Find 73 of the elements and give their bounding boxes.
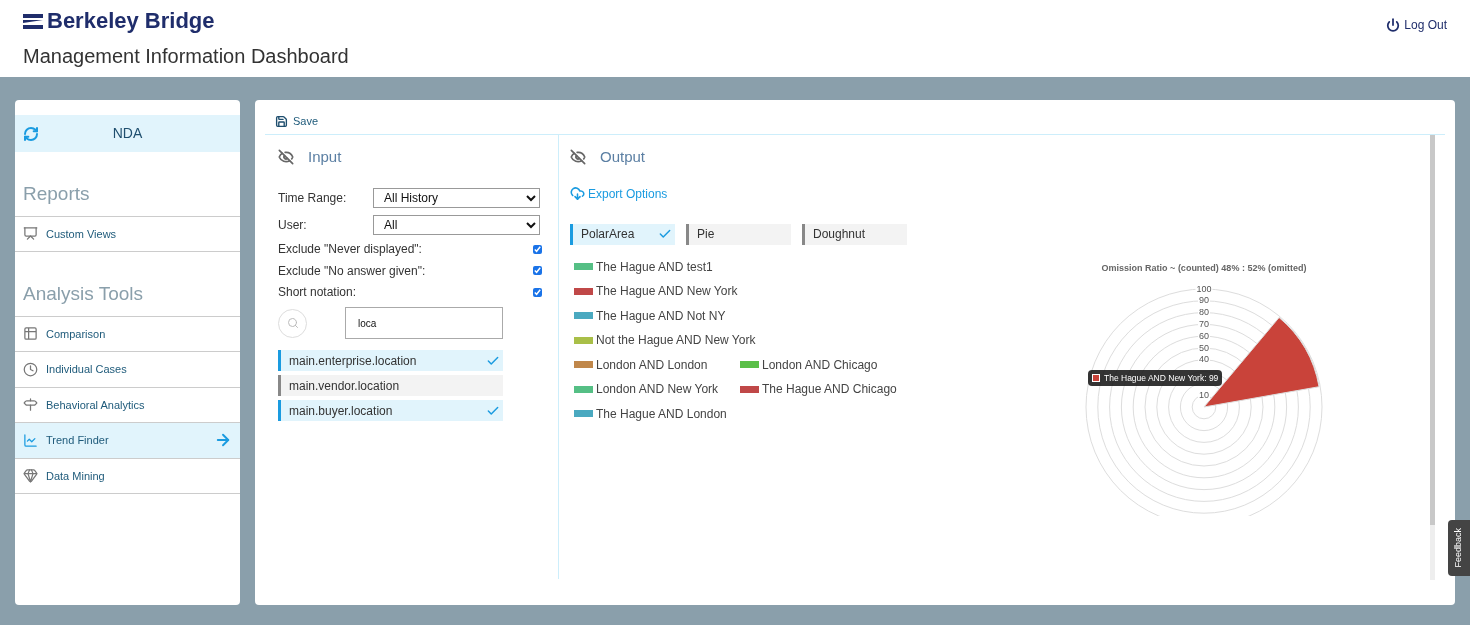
sidebar-item[interactable]: Comparison — [15, 316, 240, 352]
axis-tick-label: 90 — [1198, 295, 1210, 306]
sidebar-item[interactable]: Individual Cases — [15, 352, 240, 388]
legend-label[interactable]: Not the Hague AND New York — [596, 331, 756, 350]
refresh-icon — [23, 125, 39, 142]
feedback-tab[interactable]: Feedback — [1448, 520, 1470, 576]
tooltip-text: The Hague AND New York: 99 — [1104, 371, 1219, 385]
variable-item[interactable]: main.enterprise.location — [278, 350, 503, 371]
chart-type-tab[interactable]: Pie — [686, 223, 791, 245]
legend-label[interactable]: The Hague AND London — [596, 404, 727, 423]
legend-label[interactable]: The Hague AND Chicago — [762, 380, 897, 399]
input-heading: Input — [308, 147, 342, 167]
chart-title: Omission Ratio ~ (counted) 48% : 52% (omitted) — [1101, 262, 1307, 275]
chart-type-tab[interactable]: PolarArea — [570, 223, 675, 245]
item-label: Individual Cases — [46, 362, 128, 377]
hidden-eye-icon[interactable] — [278, 149, 294, 166]
dropdown[interactable]: All — [373, 215, 540, 235]
axis-tick-label: 80 — [1198, 307, 1210, 318]
legend-label[interactable]: London AND London — [596, 355, 708, 374]
axis-tick-label: 40 — [1198, 354, 1210, 365]
hidden-eye-icon[interactable] — [570, 149, 586, 166]
item-label: Data Mining — [46, 468, 106, 484]
power-icon — [1386, 18, 1401, 32]
variable-item[interactable]: main.vendor.location — [278, 375, 503, 396]
item-label: Behavioral Analytics — [46, 397, 146, 413]
axis-tick-label: 100 — [1195, 283, 1213, 294]
field-label: Time Range: — [278, 190, 348, 207]
dropdown[interactable]: All History — [373, 188, 540, 208]
line-chart-icon — [23, 432, 38, 448]
sidebar-item[interactable]: Data Mining — [15, 458, 240, 494]
item-label: Custom Views — [46, 226, 118, 242]
axis-tick-label: 60 — [1198, 330, 1210, 341]
presentation-icon — [23, 226, 38, 242]
legend-label[interactable]: London AND Chicago — [762, 355, 878, 374]
option-label: Exclude "Never displayed": — [278, 241, 422, 259]
sidebar-item[interactable]: Trend Finder — [15, 423, 240, 459]
chart-type-tab[interactable]: Doughnut — [802, 223, 907, 245]
checkbox[interactable] — [533, 287, 542, 297]
cloud-download-icon — [570, 186, 585, 201]
axis-tick-label: 70 — [1198, 318, 1210, 329]
diamond-icon — [23, 468, 38, 484]
checkbox[interactable] — [533, 266, 542, 276]
legend-label[interactable]: The Hague AND Not NY — [596, 306, 726, 325]
legend-label[interactable]: The Hague AND New York — [596, 282, 738, 301]
axis-tick-label: 10 — [1198, 389, 1210, 400]
section-heading: Analysis Tools — [22, 282, 145, 306]
table-icon — [23, 326, 38, 342]
field-label: User: — [278, 217, 308, 234]
output-heading: Output — [600, 147, 646, 167]
project-bar[interactable]: NDA — [15, 115, 240, 152]
page-title: Management Information Dashboard — [23, 46, 350, 66]
signpost-icon — [23, 397, 38, 413]
clock-icon — [23, 361, 38, 377]
legend-label[interactable]: The Hague AND test1 — [596, 257, 713, 276]
check-icon — [658, 227, 672, 241]
option-label: Exclude "No answer given": — [278, 262, 426, 280]
save-button[interactable]: Save — [275, 113, 319, 129]
item-label: Trend Finder — [46, 433, 110, 448]
project-name: NDA — [111, 124, 144, 143]
section-heading: Reports — [22, 182, 91, 206]
variable-item[interactable]: main.buyer.location — [278, 400, 503, 421]
legend-label[interactable]: London AND New York — [596, 380, 719, 399]
search-field[interactable]: loca — [345, 307, 503, 339]
logout-link[interactable]: Log Out — [1386, 16, 1447, 34]
item-label: Comparison — [46, 326, 107, 342]
option-label: Short notation: — [278, 284, 357, 302]
checkbox[interactable] — [533, 244, 542, 254]
axis-tick-label: 50 — [1198, 342, 1210, 353]
logo-icon — [23, 13, 43, 29]
brand-name: Berkeley Bridge — [47, 10, 215, 32]
search-icon — [286, 317, 299, 329]
save-icon — [275, 114, 288, 128]
sidebar-item[interactable]: Custom Views — [15, 216, 240, 252]
